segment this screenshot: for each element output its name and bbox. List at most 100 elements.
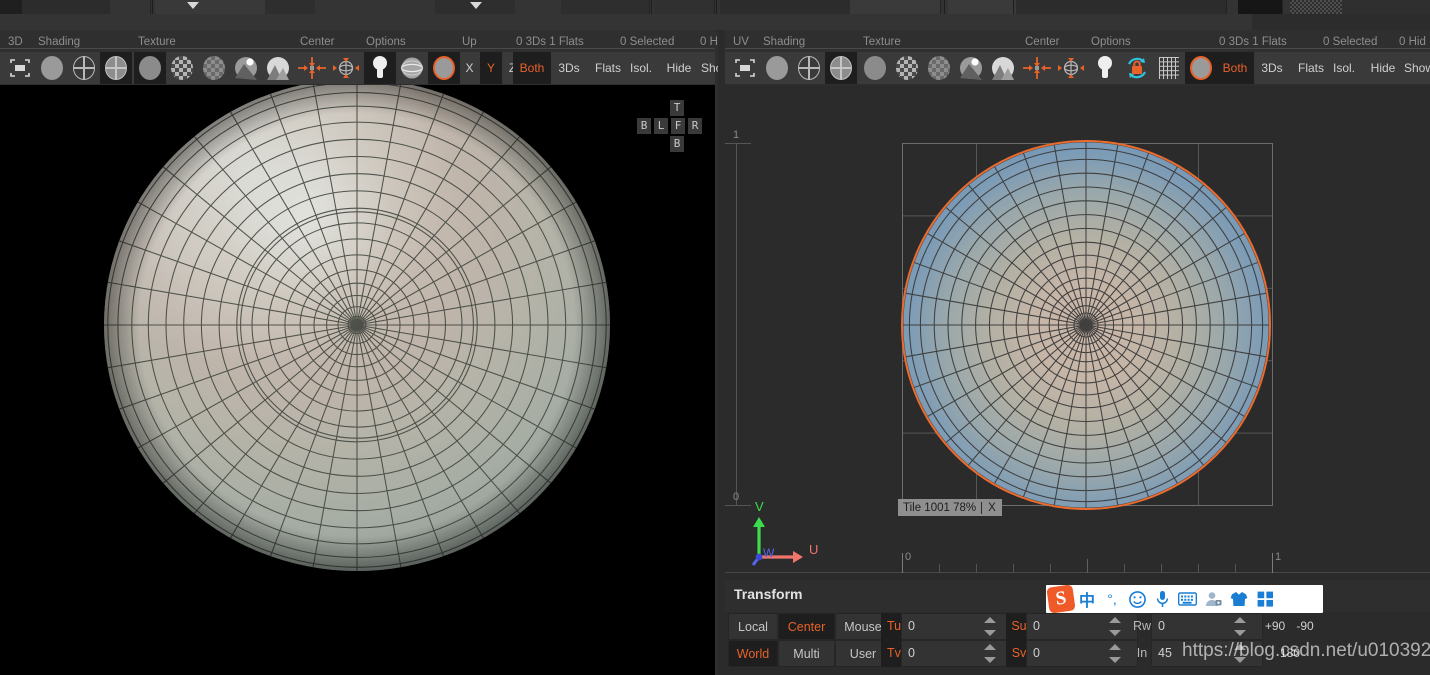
up-axis-x-button[interactable]: X (459, 52, 480, 84)
material-sphere-icon[interactable] (1185, 52, 1217, 84)
uv-tile-label[interactable]: Tile 1001 78% X (898, 499, 1002, 516)
rotate-plus-90-button[interactable]: +90 (1259, 613, 1291, 640)
sogou-input-toolbar[interactable]: S 中 °, (1046, 585, 1323, 613)
ime-emoji-icon[interactable] (1124, 591, 1150, 608)
checker-texture-icon[interactable] (166, 52, 198, 84)
center-pivot-icon[interactable] (296, 52, 328, 84)
view-cube-left[interactable]: L (654, 118, 668, 134)
up-axis-y-button[interactable]: Y (480, 52, 502, 84)
solid-wire-icon[interactable] (825, 52, 857, 84)
show-3ds-button[interactable]: 3Ds (1254, 52, 1290, 84)
view-cube-front[interactable]: F (671, 118, 685, 134)
ime-toolbox-icon[interactable] (1252, 591, 1278, 607)
uv-tile-close-icon[interactable]: X (981, 502, 1002, 514)
ime-skin-icon[interactable] (1226, 591, 1252, 607)
show-3ds-button[interactable]: 3Ds (551, 52, 587, 84)
sogou-logo-icon[interactable]: S (1046, 584, 1075, 613)
checker-dim-icon[interactable] (198, 52, 230, 84)
specular-icon[interactable] (955, 52, 987, 84)
svg-text:V: V (755, 499, 764, 514)
translate-v-stepper[interactable] (984, 640, 996, 667)
top-chrome-box[interactable] (110, 0, 151, 14)
scale-v-field[interactable]: 0 (1026, 640, 1138, 667)
uv-tile-name: Tile 1001 78% (898, 502, 981, 514)
wireframe-icon[interactable] (68, 52, 100, 84)
scale-u-field[interactable]: 0 (1026, 613, 1138, 640)
pivot-center-button[interactable]: Center (778, 613, 835, 640)
solid-wire-icon[interactable] (100, 52, 132, 84)
ime-soft-keyboard-icon[interactable] (1174, 592, 1200, 606)
top-chrome-dropdown[interactable] (211, 0, 266, 14)
isolate-button[interactable]: Isol. (622, 52, 660, 84)
space-world-button[interactable]: World (728, 640, 778, 667)
uv-grid-icon[interactable] (1153, 52, 1185, 84)
scale-u-stepper[interactable] (1109, 613, 1121, 640)
top-chrome-box[interactable] (1016, 0, 1227, 14)
translate-u-stepper[interactable] (984, 613, 996, 640)
frame-selection-icon[interactable] (729, 52, 761, 84)
rotate-w-stepper[interactable] (1234, 613, 1246, 640)
top-chrome-dropdown[interactable] (155, 0, 212, 14)
scale-v-stepper[interactable] (1109, 640, 1121, 667)
ime-punctuation-icon[interactable]: °, (1100, 591, 1124, 607)
uv-island-disc[interactable] (725, 85, 1430, 580)
wireframe-icon[interactable] (793, 52, 825, 84)
center-pivot-icon[interactable] (1021, 52, 1053, 84)
translate-u-field[interactable]: 0 (901, 613, 1013, 640)
top-chrome-box[interactable] (720, 0, 851, 14)
center-object-icon[interactable] (330, 52, 362, 84)
texture-map-icon[interactable] (987, 52, 1019, 84)
material-sphere-icon[interactable] (428, 52, 460, 84)
space-local-button[interactable]: Local (728, 613, 778, 640)
view-cube-right[interactable]: R (688, 118, 702, 134)
hide-button[interactable]: Hide (1363, 52, 1403, 84)
top-chrome-box[interactable] (0, 0, 23, 14)
panel-splitter[interactable] (718, 30, 725, 675)
frame-selection-icon[interactable] (4, 52, 36, 84)
view-cube-bottom[interactable]: B (670, 136, 684, 152)
solid-shading-icon[interactable] (761, 52, 793, 84)
rotate-minus-90-button[interactable]: -90 (1289, 613, 1321, 640)
solid-shading-icon[interactable] (36, 52, 68, 84)
chevron-down-icon (187, 2, 199, 9)
viewport-3d[interactable]: T B L F R B (0, 85, 715, 675)
view-cube-back[interactable]: B (637, 118, 651, 134)
top-chrome-box[interactable] (561, 0, 650, 14)
isolate-button[interactable]: Isol. (1325, 52, 1363, 84)
hide-button[interactable]: Hide (659, 52, 699, 84)
flat-shading-icon[interactable] (859, 52, 891, 84)
top-chrome-box[interactable] (515, 0, 562, 14)
show-button[interactable]: Show (1400, 52, 1430, 84)
rotate-w-field[interactable]: 0 (1151, 613, 1263, 640)
view-cube-top[interactable]: T (670, 100, 684, 116)
ime-voice-input-icon[interactable] (1150, 590, 1174, 608)
ime-chinese-mode-icon[interactable]: 中 (1074, 587, 1100, 611)
viewport-uv[interactable]: 1 0 0 1 (725, 85, 1430, 580)
top-chrome-strip (0, 0, 1430, 14)
show-both-button[interactable]: Both (1216, 52, 1254, 84)
flat-shading-icon[interactable] (134, 52, 166, 84)
top-chrome-box[interactable] (315, 0, 436, 14)
top-chrome-box[interactable] (850, 0, 941, 14)
top-chrome-box[interactable] (22, 0, 111, 14)
environment-icon[interactable] (396, 52, 428, 84)
checker-texture-icon[interactable] (891, 52, 923, 84)
top-chrome-box[interactable] (265, 0, 316, 14)
application-window: 3D Shading Texture Center Options Up 0 3… (0, 0, 1430, 675)
show-both-button[interactable]: Both (513, 52, 551, 84)
panel-header-label: 0 Hid (1399, 32, 1426, 52)
ime-user-icon[interactable] (1200, 591, 1226, 607)
pivot-multi-button[interactable]: Multi (778, 640, 835, 667)
light-bulb-icon[interactable] (364, 52, 396, 84)
texture-map-icon[interactable] (262, 52, 294, 84)
top-chrome-box[interactable] (654, 0, 715, 14)
center-object-icon[interactable] (1055, 52, 1087, 84)
top-chrome-box[interactable] (1342, 0, 1430, 14)
light-bulb-icon[interactable] (1089, 52, 1121, 84)
translate-v-field[interactable]: 0 (901, 640, 1013, 667)
lock-rotate-icon[interactable] (1121, 52, 1153, 84)
panel-header-label: Texture (138, 32, 176, 52)
top-chrome-box[interactable] (1238, 0, 1283, 14)
specular-icon[interactable] (230, 52, 262, 84)
checker-dim-icon[interactable] (923, 52, 955, 84)
